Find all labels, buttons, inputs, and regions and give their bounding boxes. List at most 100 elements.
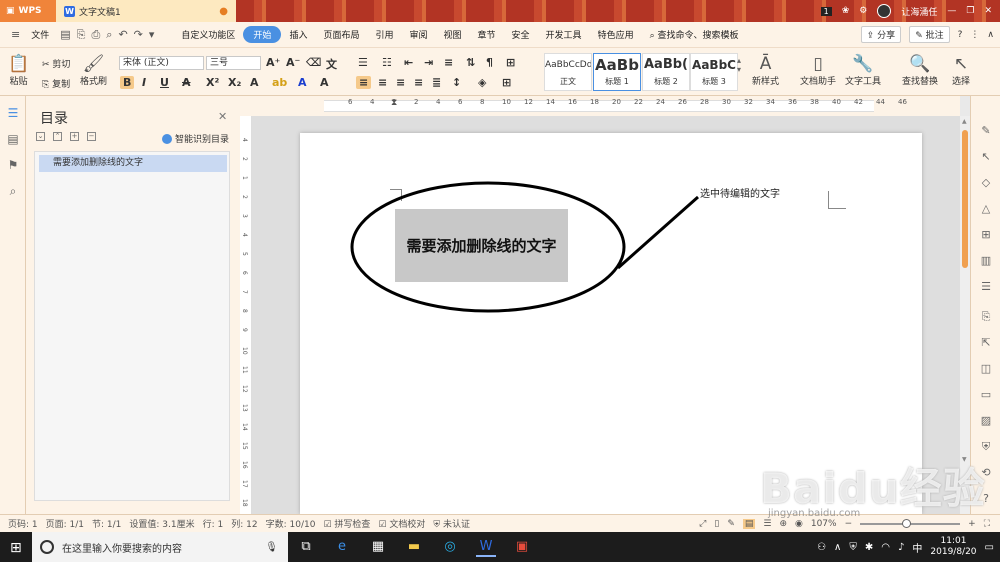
user-name[interactable]: 让海涌任 [901, 5, 937, 18]
sort-icon[interactable]: ⇅ [466, 56, 475, 69]
menu-view[interactable]: 视图 [436, 28, 470, 41]
pinyin-icon[interactable]: 文 [326, 56, 337, 72]
hamburger-icon[interactable]: ≡ [8, 28, 23, 41]
select-button[interactable]: ↖ 选择 [952, 54, 970, 87]
edit-view-icon[interactable]: ✎ [727, 519, 735, 529]
page-view-icon[interactable]: ▤ [742, 518, 756, 529]
styles-scroll-icon[interactable]: ▴ ▾ [737, 56, 741, 74]
document-tab[interactable]: W 文字文稿1 ● [56, 0, 236, 22]
command-search[interactable]: ⌕ 查找命令、搜索模板 [642, 28, 747, 41]
more-icon[interactable]: ⋮ [970, 30, 979, 40]
shading-icon[interactable]: ◈ [478, 76, 486, 89]
volume-icon[interactable]: ♪ [898, 542, 904, 553]
save-icon[interactable]: ▤ [57, 28, 73, 41]
font-size-select[interactable]: 三号 [206, 56, 261, 70]
collapse-all-icon[interactable]: ⌄ [36, 132, 45, 141]
wps-home-tab[interactable]: ▣ WPS [0, 0, 56, 22]
menu-review[interactable]: 审阅 [401, 28, 435, 41]
close-icon[interactable]: ✕ [218, 110, 227, 123]
preview-icon[interactable]: ⌕ [103, 28, 115, 42]
notifications-icon[interactable]: ▭ [985, 542, 994, 553]
share-button[interactable]: ⇪ 分享 [860, 26, 902, 43]
style-heading2[interactable]: AaBb( 标题 2 [642, 53, 690, 91]
distributed-icon[interactable]: ≣ [432, 76, 441, 89]
task-view-icon[interactable]: ⧉ [296, 537, 316, 557]
chart-icon[interactable]: ▥ [979, 254, 993, 268]
scrollbar-thumb[interactable] [962, 130, 968, 268]
menu-insert[interactable]: 插入 [281, 28, 315, 41]
menu-file[interactable]: 文件 [23, 28, 57, 41]
cut-button[interactable]: ✂ 剪切 [42, 57, 70, 70]
redo-icon[interactable]: ↷ [131, 28, 146, 41]
shield-icon[interactable]: ⛨ [979, 440, 993, 454]
italic-icon[interactable]: I [142, 76, 146, 89]
wps-taskbar-icon[interactable]: W [476, 537, 496, 557]
wifi-icon[interactable]: ◠ [881, 542, 890, 553]
skin-icon[interactable]: ❀ [842, 6, 850, 16]
pages-icon[interactable]: ▤ [5, 132, 21, 148]
paste-button[interactable]: 📋 粘贴 [8, 54, 29, 87]
superscript-icon[interactable]: X² [206, 76, 219, 89]
microphone-icon[interactable]: 🎙 [265, 542, 278, 553]
outline-view-icon[interactable]: ☰ [763, 519, 771, 529]
box-icon[interactable]: ▭ [979, 388, 993, 402]
spell-check-button[interactable]: ☑ 拼写检查 [315, 517, 370, 530]
toc-item[interactable]: 需要添加删除线的文字 [39, 155, 227, 172]
align-left-icon[interactable]: ≡ [356, 76, 372, 89]
tray-up-icon[interactable]: ∧ [834, 542, 841, 553]
people-icon[interactable]: ⚇ [817, 542, 826, 553]
new-style-button[interactable]: Ā 新样式 [752, 54, 779, 87]
menu-page-layout[interactable]: 页面布局 [315, 28, 367, 41]
zoom-level[interactable]: 107% [811, 519, 837, 529]
taskbar-search[interactable]: 在这里输入你要搜索的内容 🎙 [32, 532, 288, 562]
minimize-icon[interactable]: — [947, 6, 956, 16]
style-heading1[interactable]: AaBb 标题 1 [593, 53, 641, 91]
font-color-icon[interactable]: A [298, 76, 307, 89]
add-heading-icon[interactable]: + [70, 132, 79, 141]
fit-icon[interactable]: ⛶ [984, 519, 990, 529]
zoom-slider-knob[interactable] [902, 518, 912, 528]
bookmark-icon[interactable]: ⚑ [5, 158, 21, 174]
reading-view-icon[interactable]: ▯ [714, 519, 719, 529]
eye-icon[interactable]: ◉ [795, 519, 803, 529]
close-icon[interactable]: ✕ [984, 6, 992, 16]
char-shading-icon[interactable]: A [320, 76, 329, 89]
smart-toc-button[interactable]: 智能识别目录 [162, 132, 229, 145]
calculator-icon[interactable]: ▦ [368, 537, 388, 557]
highlight-color-icon[interactable]: ab [272, 76, 287, 89]
web-view-icon[interactable]: ⊕ [779, 519, 787, 529]
avatar[interactable] [877, 4, 892, 18]
grow-font-icon[interactable]: A⁺ [266, 56, 280, 69]
find-icon[interactable]: ⌕ [5, 184, 21, 200]
unsaved-dot-icon[interactable]: ● [219, 6, 228, 17]
file-explorer-icon[interactable]: ▬ [404, 537, 424, 557]
ime-indicator[interactable]: 中 [912, 540, 922, 555]
comment-button[interactable]: ✎ 批注 [909, 26, 950, 43]
news-icon[interactable]: ▣ [512, 537, 532, 557]
copy-button[interactable]: ⎘ 复制 [42, 77, 70, 90]
shrink-font-icon[interactable]: A⁻ [286, 56, 300, 69]
edge-icon[interactable]: e [332, 537, 352, 557]
subscript-icon[interactable]: X₂ [228, 76, 241, 89]
scroll-up-icon[interactable]: ▲ [962, 118, 967, 125]
menu-customize[interactable]: 自定义功能区 [173, 28, 243, 41]
doc-assistant-button[interactable]: ▯ 文档助手 [800, 54, 836, 87]
menu-security[interactable]: 安全 [504, 28, 538, 41]
windows-start-icon[interactable]: ⊞ [10, 540, 22, 556]
style-heading3[interactable]: AaBbC 标题 3 [690, 53, 738, 91]
clock[interactable]: 11:01 2019/8/20 [930, 536, 976, 558]
bullets-icon[interactable]: ☰ [358, 56, 368, 69]
notification-badge[interactable]: 1 [820, 6, 832, 16]
menu-chapter[interactable]: 章节 [470, 28, 504, 41]
justify-icon[interactable]: ≡ [414, 76, 423, 89]
restore-icon[interactable]: ❐ [966, 6, 974, 16]
remove-heading-icon[interactable]: − [87, 132, 96, 141]
increase-indent-icon[interactable]: ⇥ [424, 56, 433, 69]
share-doc-icon[interactable]: ⇱ [979, 336, 993, 350]
print-icon[interactable]: ⎙ [88, 28, 103, 42]
menu-featured[interactable]: 特色应用 [590, 28, 642, 41]
toc-list-icon[interactable]: ☰ [5, 106, 21, 122]
help-icon[interactable]: ? [958, 30, 963, 40]
zoom-in-icon[interactable]: + [968, 519, 976, 529]
format-painter-button[interactable]: 🖌 格式刷 [80, 54, 107, 87]
